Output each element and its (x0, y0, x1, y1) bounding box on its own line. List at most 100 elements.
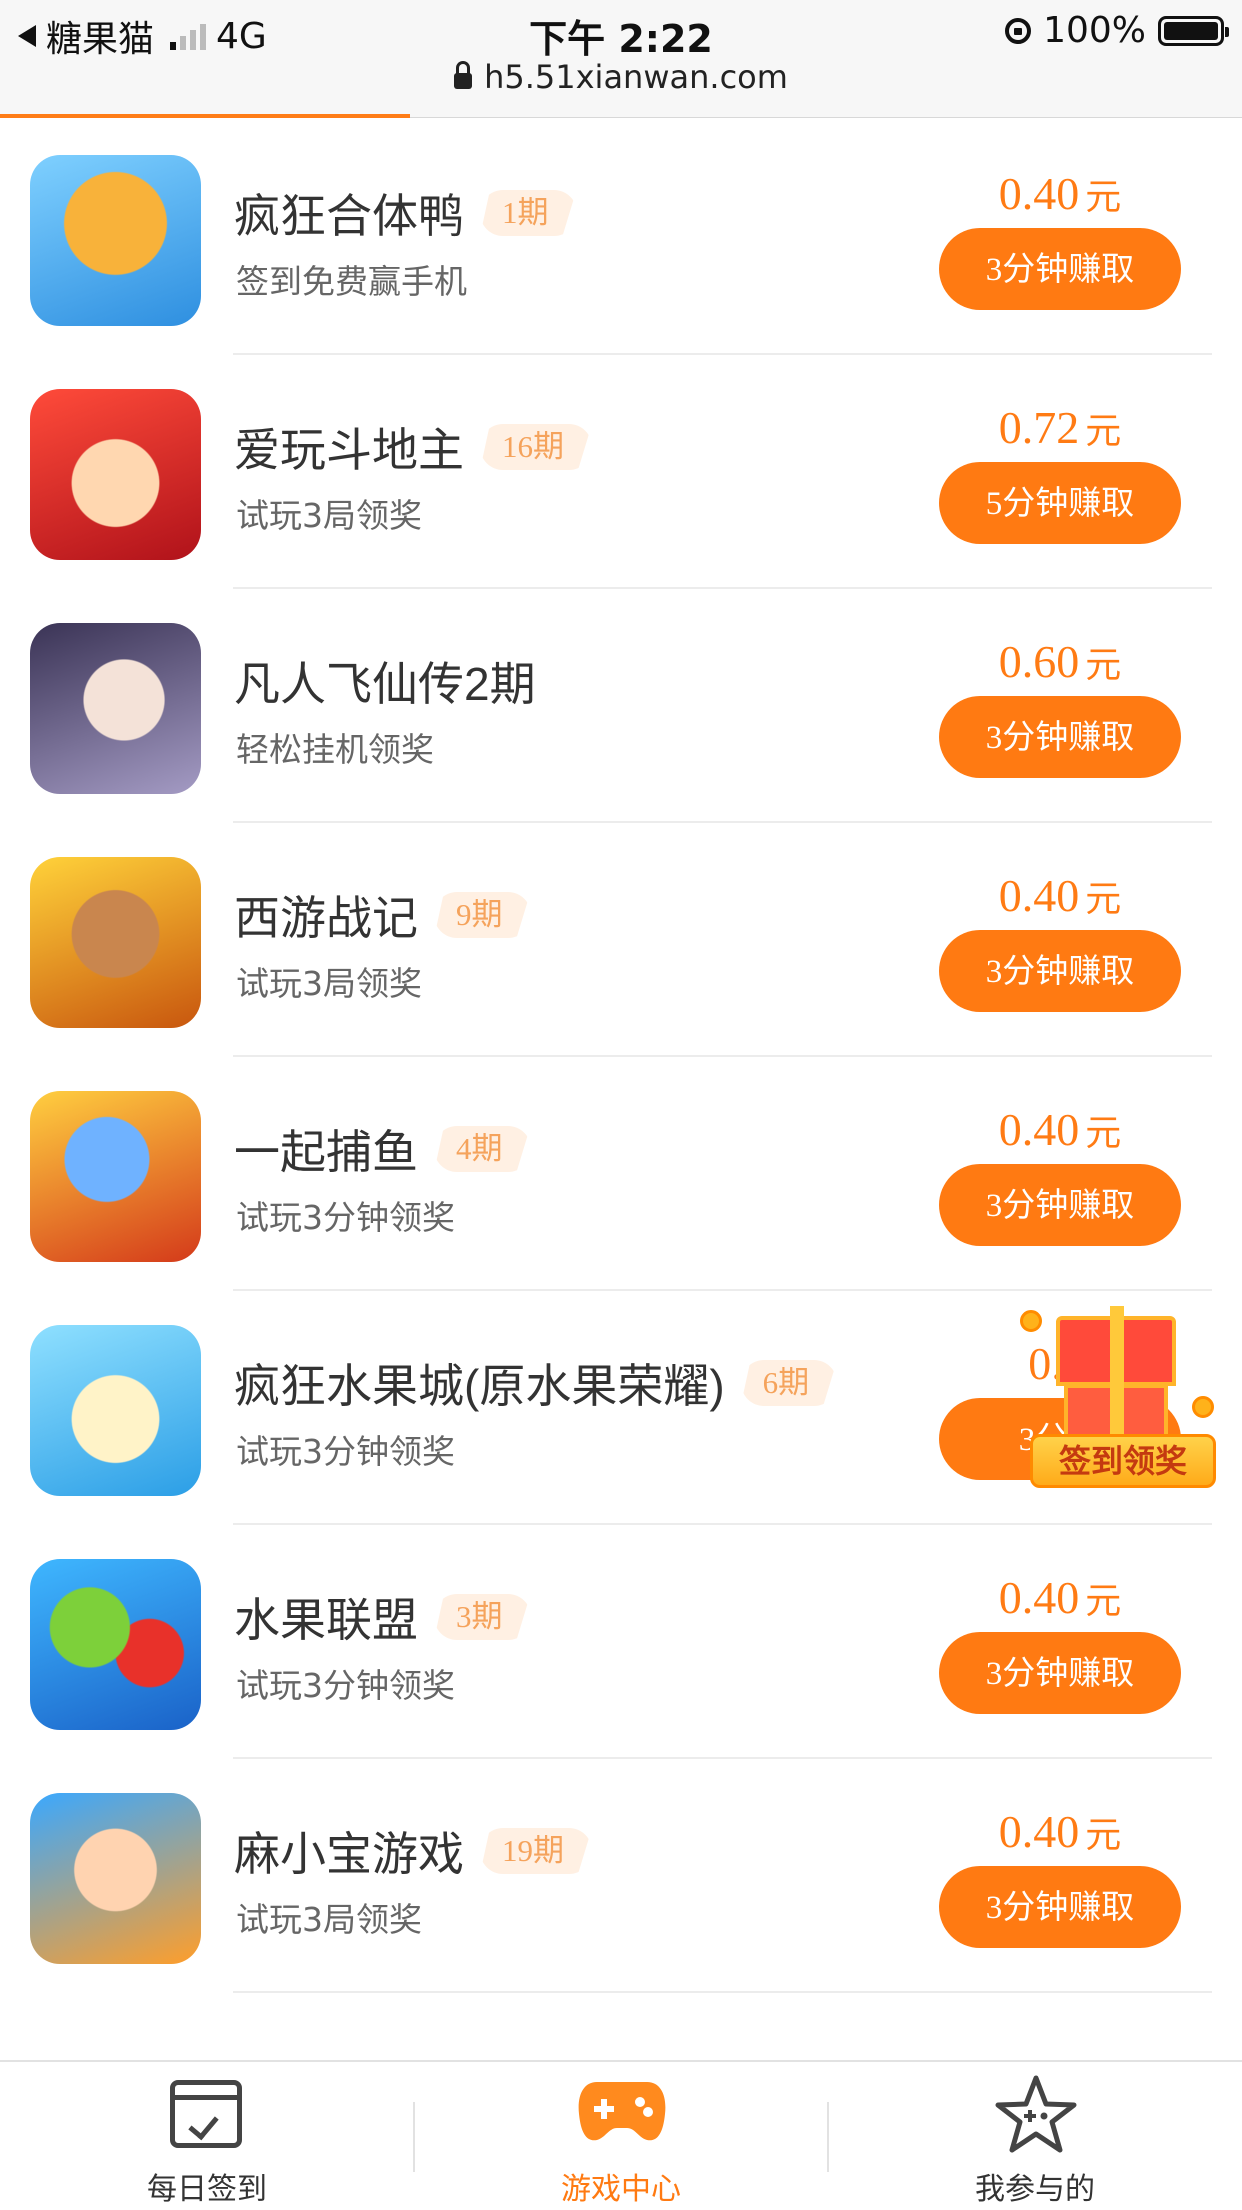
reward-unit: 元 (1085, 879, 1122, 919)
reward-amount: 0.40 元 (940, 869, 1180, 922)
url-bar[interactable]: h5.51xianwan.com (0, 58, 1242, 96)
nav-label: 我参与的 (975, 2172, 1095, 2207)
game-list-item[interactable]: 水果联盟 3期 试玩3分钟领奖 0.40 元 3分钟赚取 (0, 1525, 1242, 1759)
gift-ribbon (1110, 1306, 1124, 1446)
game-title-row: 疯狂合体鸭 1期 (234, 180, 577, 246)
gamepad-icon (578, 2082, 666, 2141)
battery-percent: 100% (1043, 10, 1146, 51)
reward-value: 0.60 (998, 636, 1080, 687)
game-title[interactable]: 疯狂水果城(原水果荣耀) (234, 1350, 725, 1416)
game-title-row: 疯狂水果城(原水果荣耀) 6期 (234, 1350, 837, 1416)
game-title[interactable]: 凡人飞仙传2期 (234, 648, 536, 714)
game-subtitle: 轻松挂机领奖 (236, 730, 434, 769)
reward-value: 0.40 (998, 1806, 1080, 1857)
gift-label[interactable]: 签到领奖 (1030, 1434, 1216, 1488)
game-list-item[interactable]: 麻小宝游戏 19期 试玩3局领奖 0.40 元 3分钟赚取 (0, 1759, 1242, 1993)
game-title-row: 爱玩斗地主 16期 (234, 414, 592, 480)
browser-top-bar: 糖果猫 4G 下午 2:22 100% h5.51xianwan.com (0, 0, 1242, 118)
game-subtitle: 试玩3分钟领奖 (236, 1432, 455, 1471)
reward-value: 0.40 (998, 1104, 1080, 1155)
reward-amount: 0.40 元 (940, 1571, 1180, 1624)
fruit-city-game-icon[interactable] (30, 1325, 201, 1496)
reward-unit: 元 (1085, 411, 1122, 451)
reward-unit: 元 (1085, 1581, 1122, 1621)
game-subtitle: 试玩3局领奖 (236, 496, 422, 535)
reward-unit: 元 (1085, 1815, 1122, 1855)
battery-icon (1158, 15, 1229, 46)
nav-game-center[interactable]: 游戏中心 (414, 2062, 828, 2210)
mahjong-game-icon[interactable] (30, 1793, 201, 1964)
bottom-nav: 每日签到 游戏中心 我参与的 (0, 2060, 1242, 2210)
earn-button[interactable]: 3分钟赚取 (939, 228, 1181, 310)
earn-button[interactable]: 3分钟赚取 (939, 696, 1181, 778)
period-badge: 6期 (741, 1360, 838, 1406)
monkey-king-game-icon[interactable] (30, 857, 201, 1028)
game-subtitle: 试玩3分钟领奖 (236, 1666, 455, 1705)
period-badge: 19期 (480, 1828, 592, 1874)
game-title[interactable]: 麻小宝游戏 (234, 1818, 464, 1884)
status-bar: 糖果猫 4G 下午 2:22 100% (0, 0, 1242, 61)
reward-amount: 0.72 元 (940, 401, 1180, 454)
reward-unit: 元 (1085, 645, 1122, 685)
nav-label: 游戏中心 (561, 2172, 681, 2207)
reward-value: 0.40 (998, 1572, 1080, 1623)
nav-daily-checkin[interactable]: 每日签到 (0, 2062, 414, 2210)
game-list-item[interactable]: 一起捕鱼 4期 试玩3分钟领奖 0.40 元 3分钟赚取 (0, 1057, 1242, 1291)
game-list-item[interactable]: 爱玩斗地主 16期 试玩3局领奖 0.72 元 5分钟赚取 (0, 355, 1242, 589)
duck-game-icon[interactable] (30, 155, 201, 326)
status-right: 100% (1005, 10, 1229, 51)
period-badge: 3期 (434, 1594, 531, 1640)
reward-amount: 0.40 元 (940, 167, 1180, 220)
game-subtitle: 试玩3分钟领奖 (236, 1198, 455, 1237)
game-title-row: 一起捕鱼 4期 (234, 1116, 531, 1182)
game-title[interactable]: 西游战记 (234, 882, 418, 948)
game-title[interactable]: 疯狂合体鸭 (234, 180, 464, 246)
fairy-game-icon[interactable] (30, 623, 201, 794)
rotation-lock-icon (1005, 17, 1032, 44)
earn-button[interactable]: 3分钟赚取 (939, 1632, 1181, 1714)
game-title[interactable]: 水果联盟 (234, 1584, 418, 1650)
game-title-row: 凡人飞仙传2期 (234, 648, 536, 714)
game-list-item[interactable]: 疯狂合体鸭 1期 签到免费赢手机 0.40 元 3分钟赚取 (0, 121, 1242, 355)
period-badge: 1期 (480, 190, 577, 236)
game-list-item[interactable]: 西游战记 9期 试玩3局领奖 0.40 元 3分钟赚取 (0, 823, 1242, 1057)
nav-my-participation[interactable]: 我参与的 (828, 2062, 1242, 2210)
earn-button[interactable]: 3分钟赚取 (939, 930, 1181, 1012)
coin-icon (1192, 1396, 1214, 1418)
reward-value: 0.40 (998, 870, 1080, 921)
game-list-item[interactable]: 凡人飞仙传2期 轻松挂机领奖 0.60 元 3分钟赚取 (0, 589, 1242, 823)
star-icon (995, 2075, 1077, 2153)
game-title-row: 水果联盟 3期 (234, 1584, 531, 1650)
game-subtitle: 签到免费赢手机 (236, 262, 467, 301)
period-badge: 4期 (434, 1126, 531, 1172)
period-badge: 16期 (480, 424, 592, 470)
shark-fishing-game-icon[interactable] (30, 1091, 201, 1262)
padlock-icon (454, 61, 473, 89)
coin-icon (1020, 1310, 1042, 1332)
reward-amount: 0.40 元 (940, 1805, 1180, 1858)
landlord-game-icon[interactable] (30, 389, 201, 560)
nav-label: 每日签到 (147, 2172, 267, 2207)
earn-button[interactable]: 5分钟赚取 (939, 462, 1181, 544)
reward-amount: 0.40 元 (940, 1103, 1180, 1156)
floating-gift-widget[interactable]: 签到领奖 (1020, 1298, 1216, 1494)
game-title-row: 西游战记 9期 (234, 882, 531, 948)
reward-value: 0.72 (998, 402, 1080, 453)
page-load-progress (0, 114, 410, 118)
earn-button[interactable]: 3分钟赚取 (939, 1866, 1181, 1948)
calendar-check-icon (170, 2080, 242, 2148)
game-title[interactable]: 爱玩斗地主 (234, 414, 464, 480)
game-subtitle: 试玩3局领奖 (236, 964, 422, 1003)
fruit-league-game-icon[interactable] (30, 1559, 201, 1730)
game-title[interactable]: 一起捕鱼 (234, 1116, 418, 1182)
game-list: 疯狂合体鸭 1期 签到免费赢手机 0.40 元 3分钟赚取 爱玩斗地主 16期 试… (0, 121, 1242, 1993)
period-badge: 9期 (434, 892, 531, 938)
url-text[interactable]: h5.51xianwan.com (484, 58, 788, 96)
reward-value: 0.40 (998, 168, 1080, 219)
game-subtitle: 试玩3局领奖 (236, 1900, 422, 1939)
reward-unit: 元 (1085, 1113, 1122, 1153)
earn-button[interactable]: 3分钟赚取 (939, 1164, 1181, 1246)
reward-unit: 元 (1085, 177, 1122, 217)
game-title-row: 麻小宝游戏 19期 (234, 1818, 592, 1884)
reward-amount: 0.60 元 (940, 635, 1180, 688)
